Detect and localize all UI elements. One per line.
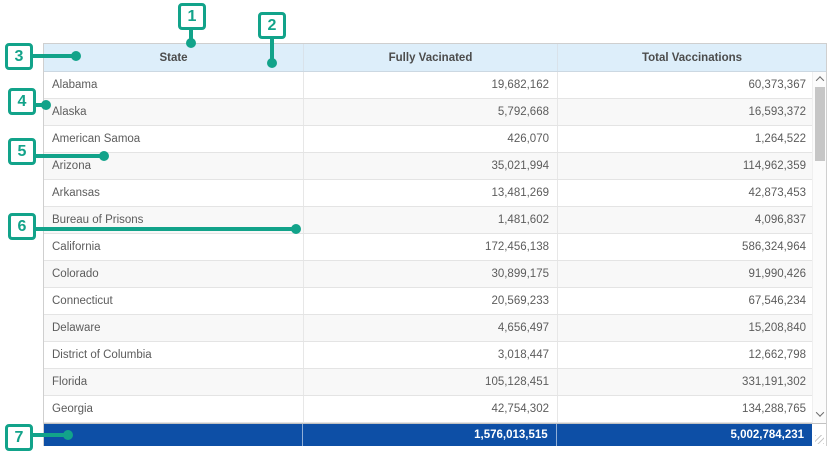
callout-2-line <box>270 38 274 60</box>
callout-2-dot <box>267 58 277 68</box>
cell-total-vaccinations: 114,962,359 <box>558 153 814 179</box>
callout-7-dot <box>63 430 73 440</box>
cell-state: Florida <box>44 369 304 395</box>
summary-row: 1,576,013,515 5,002,784,231 <box>44 423 826 446</box>
table-row[interactable]: Arizona 35,021,994 114,962,359 <box>44 153 826 180</box>
callout-3: 3 <box>5 43 33 70</box>
table-row[interactable]: Arkansas 13,481,269 42,873,453 <box>44 180 826 207</box>
cell-state: California <box>44 234 304 260</box>
summary-cell-total-vaccinations: 5,002,784,231 <box>557 424 812 446</box>
cell-total-vaccinations: 16,593,372 <box>558 99 814 125</box>
callout-4: 4 <box>8 88 36 115</box>
cell-fully-vacinated: 3,018,447 <box>304 342 558 368</box>
column-header-state[interactable]: State <box>44 44 304 71</box>
cell-state: Georgia <box>44 396 304 422</box>
column-header-fully-vacinated[interactable]: Fully Vacinated <box>304 44 558 71</box>
cell-state: Arkansas <box>44 180 304 206</box>
table-row[interactable]: Florida 105,128,451 331,191,302 <box>44 369 826 396</box>
callout-2: 2 <box>258 12 286 39</box>
cell-fully-vacinated: 1,481,602 <box>304 207 558 233</box>
cell-fully-vacinated: 42,754,302 <box>304 396 558 422</box>
callout-4-dot <box>41 100 51 110</box>
cell-state: Alaska <box>44 99 304 125</box>
cell-state: Alabama <box>44 72 304 98</box>
cell-fully-vacinated: 30,899,175 <box>304 261 558 287</box>
cell-total-vaccinations: 331,191,302 <box>558 369 814 395</box>
cell-total-vaccinations: 91,990,426 <box>558 261 814 287</box>
cell-state: Delaware <box>44 315 304 341</box>
callout-6: 6 <box>8 213 36 240</box>
cell-fully-vacinated: 172,456,138 <box>304 234 558 260</box>
table-row[interactable]: Alaska 5,792,668 16,593,372 <box>44 99 826 126</box>
table-row[interactable]: American Samoa 426,070 1,264,522 <box>44 126 826 153</box>
cell-fully-vacinated: 20,569,233 <box>304 288 558 314</box>
table-row[interactable]: California 172,456,138 586,324,964 <box>44 234 826 261</box>
callout-5-line <box>35 154 103 158</box>
cell-fully-vacinated: 105,128,451 <box>304 369 558 395</box>
cell-total-vaccinations: 1,264,522 <box>558 126 814 152</box>
callout-5: 5 <box>8 138 36 165</box>
resize-grip-icon[interactable] <box>815 435 824 444</box>
cell-fully-vacinated: 19,682,162 <box>304 72 558 98</box>
cell-fully-vacinated: 426,070 <box>304 126 558 152</box>
chevron-down-icon <box>816 408 824 416</box>
table-body: Alabama 19,682,162 60,373,367 Alaska 5,7… <box>44 72 826 423</box>
callout-7: 7 <box>5 424 33 451</box>
table-row[interactable]: Georgia 42,754,302 134,288,765 <box>44 396 826 423</box>
cell-fully-vacinated: 4,656,497 <box>304 315 558 341</box>
cell-total-vaccinations: 4,096,837 <box>558 207 814 233</box>
summary-cell-state <box>44 424 303 446</box>
callout-5-dot <box>99 151 109 161</box>
column-header-total-vaccinations[interactable]: Total Vaccinations <box>558 44 826 71</box>
callout-1-dot <box>186 38 196 48</box>
table-header-row: State Fully Vacinated Total Vaccinations <box>44 44 826 72</box>
callout-6-line <box>34 227 294 231</box>
vertical-scrollbar[interactable] <box>812 72 826 423</box>
callout-3-dot <box>71 51 81 61</box>
cell-fully-vacinated: 5,792,668 <box>304 99 558 125</box>
cell-state: District of Columbia <box>44 342 304 368</box>
cell-total-vaccinations: 12,662,798 <box>558 342 814 368</box>
cell-total-vaccinations: 60,373,367 <box>558 72 814 98</box>
table-row[interactable]: Colorado 30,899,175 91,990,426 <box>44 261 826 288</box>
cell-total-vaccinations: 67,546,234 <box>558 288 814 314</box>
cell-state: Connecticut <box>44 288 304 314</box>
callout-6-dot <box>291 224 301 234</box>
summary-cell-fully-vacinated: 1,576,013,515 <box>303 424 556 446</box>
table-row[interactable]: Delaware 4,656,497 15,208,840 <box>44 315 826 342</box>
scroll-up-button[interactable] <box>813 72 826 86</box>
vaccination-table: State Fully Vacinated Total Vaccinations… <box>43 43 827 446</box>
scroll-down-button[interactable] <box>813 407 826 421</box>
table-row[interactable]: District of Columbia 3,018,447 12,662,79… <box>44 342 826 369</box>
cell-total-vaccinations: 15,208,840 <box>558 315 814 341</box>
table-row[interactable]: Alabama 19,682,162 60,373,367 <box>44 72 826 99</box>
callout-7-line <box>32 433 66 437</box>
scrollbar-thumb[interactable] <box>815 87 825 161</box>
cell-total-vaccinations: 586,324,964 <box>558 234 814 260</box>
callout-3-line <box>32 54 74 58</box>
cell-fully-vacinated: 13,481,269 <box>304 180 558 206</box>
chevron-up-icon <box>816 76 824 84</box>
cell-state: American Samoa <box>44 126 304 152</box>
screenshot-canvas: State Fully Vacinated Total Vaccinations… <box>0 0 833 453</box>
callout-1: 1 <box>178 3 206 30</box>
cell-fully-vacinated: 35,021,994 <box>304 153 558 179</box>
cell-state: Colorado <box>44 261 304 287</box>
summary-gutter <box>812 424 826 446</box>
cell-total-vaccinations: 42,873,453 <box>558 180 814 206</box>
cell-total-vaccinations: 134,288,765 <box>558 396 814 422</box>
table-row[interactable]: Connecticut 20,569,233 67,546,234 <box>44 288 826 315</box>
